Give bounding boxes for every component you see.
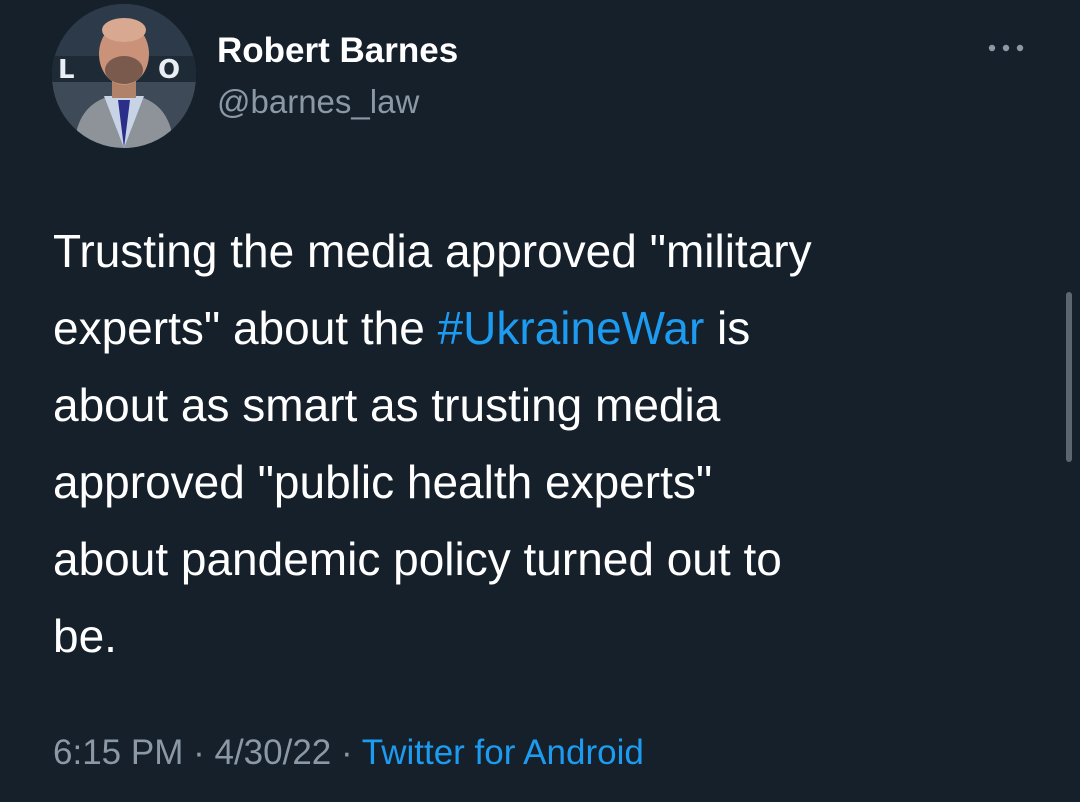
author-display-name[interactable]: Robert Barnes [217,29,458,73]
tweet-text-line: experts" about the [53,302,438,354]
tweet-text: Trusting the media approved "military ex… [53,213,1043,675]
svg-text:O: O [158,55,180,85]
tweet-text-line: about pandemic policy turned out to [53,533,782,585]
meta-separator: · [193,733,205,772]
profile-photo-icon: L O [52,4,196,148]
tweet-text-line: approved "public health experts" [53,456,713,508]
meta-separator: · [341,733,353,772]
tweet-source-link[interactable]: Twitter for Android [362,733,644,772]
more-horizontal-icon [988,44,1024,52]
tweet-time[interactable]: 6:15 PM [53,733,183,772]
tweet-metadata: 6:15 PM · 4/30/22 · Twitter for Android [53,731,644,775]
tweet-text-line: is [704,302,751,354]
more-options-button[interactable] [986,38,1026,58]
tweet-text-line: about as smart as trusting media [53,379,721,431]
scrollbar[interactable] [1066,292,1072,462]
hashtag-link[interactable]: #UkraineWar [438,302,705,354]
tweet-text-line: Trusting the media approved "military [53,225,812,277]
author-handle[interactable]: @barnes_law [217,81,419,123]
svg-text:L: L [58,55,75,85]
tweet-date[interactable]: 4/30/22 [214,733,331,772]
avatar[interactable]: L O [52,4,196,148]
tweet-text-line: be. [53,610,117,662]
